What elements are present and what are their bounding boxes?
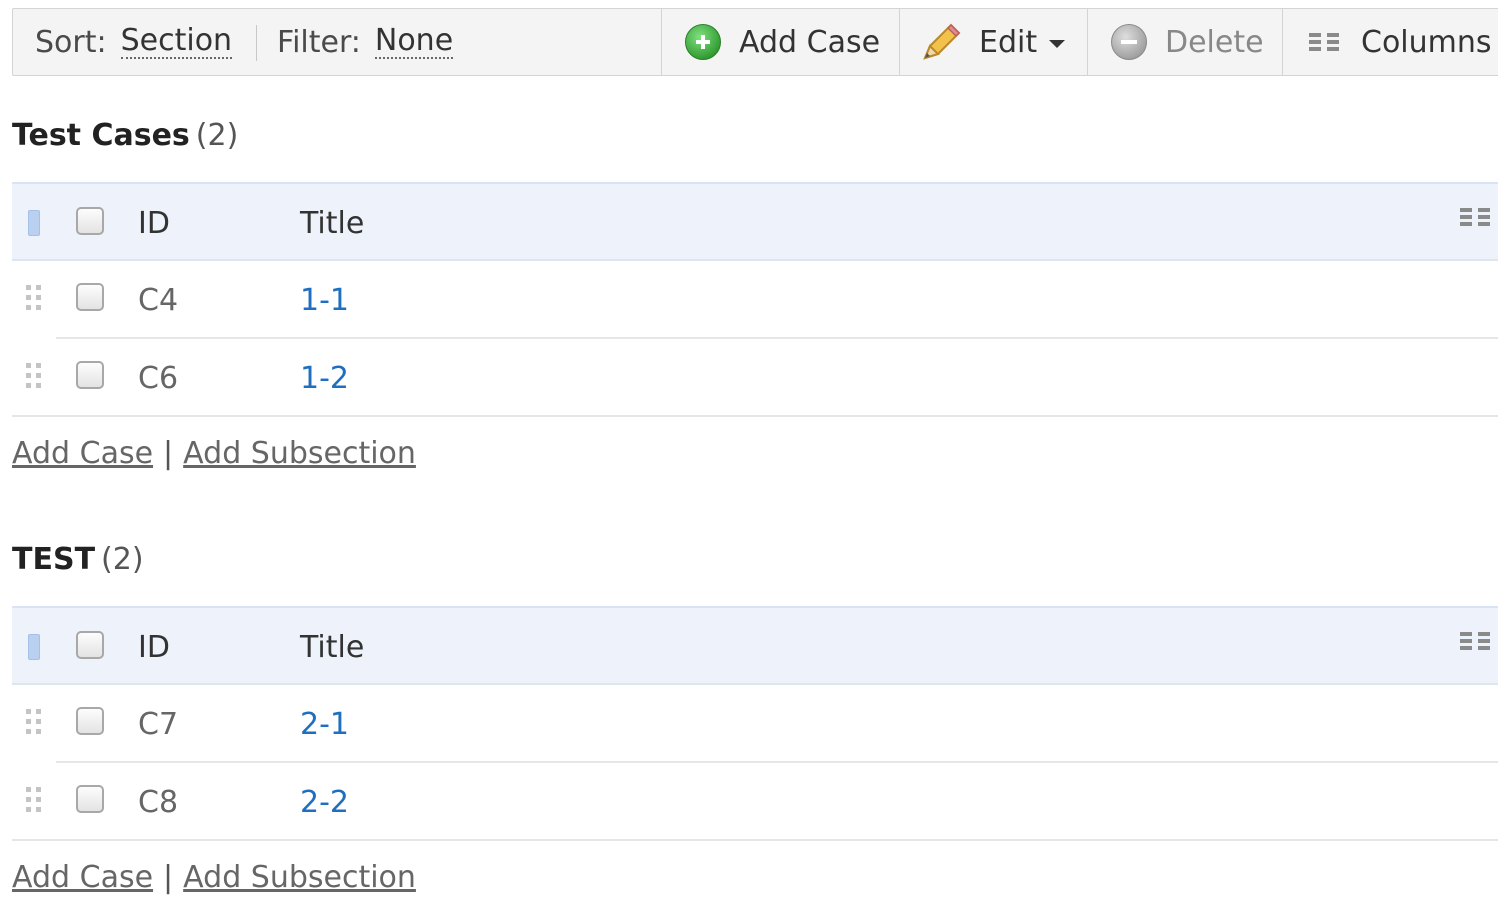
delete-label: Delete — [1165, 24, 1264, 60]
toolbar-divider — [1087, 9, 1088, 75]
link-separator: | — [163, 860, 174, 895]
case-title-link[interactable]: 1-2 — [300, 361, 349, 396]
edit-button[interactable]: Edit — [921, 9, 1066, 75]
case-id: C8 — [138, 785, 179, 820]
drag-handle-header — [28, 634, 40, 660]
toolbar-divider — [899, 9, 900, 75]
toolbar-divider — [661, 9, 662, 75]
drag-handle-icon[interactable] — [26, 285, 42, 311]
table-header: ID Title — [12, 182, 1498, 261]
column-header-title[interactable]: Title — [300, 206, 364, 241]
add-subsection-link[interactable]: Add Subsection — [183, 860, 416, 895]
filter-label: Filter: — [277, 24, 361, 60]
add-case-button[interactable]: Add Case — [685, 9, 880, 75]
table-header: ID Title — [12, 606, 1498, 685]
columns-icon — [1309, 33, 1339, 51]
link-separator: | — [163, 436, 174, 471]
columns-icon[interactable] — [1460, 632, 1490, 650]
section-name: Test Cases — [12, 118, 190, 153]
row-checkbox[interactable] — [76, 361, 104, 389]
select-all-checkbox[interactable] — [76, 631, 104, 659]
add-case-link[interactable]: Add Case — [12, 860, 153, 895]
filter-control: Filter: None — [277, 9, 454, 75]
sort-control: Sort: Section — [35, 9, 233, 75]
case-id: C4 — [138, 283, 179, 318]
section-title: Test Cases (2) — [12, 118, 238, 153]
columns-button[interactable]: Columns — [1309, 9, 1492, 75]
filter-dropdown-link[interactable]: None — [374, 25, 454, 59]
case-title-link[interactable]: 2-2 — [300, 785, 349, 820]
toolbar-divider — [256, 25, 257, 61]
section-count: (2) — [195, 118, 239, 153]
sort-label: Sort: — [35, 24, 107, 60]
edit-label: Edit — [979, 24, 1038, 60]
row-checkbox[interactable] — [76, 707, 104, 735]
delete-button[interactable]: Delete — [1111, 9, 1264, 75]
row-checkbox[interactable] — [76, 785, 104, 813]
column-header-id[interactable]: ID — [138, 630, 170, 665]
row-checkbox[interactable] — [76, 283, 104, 311]
table-row[interactable]: C7 2-1 — [12, 685, 1498, 763]
sort-dropdown-link[interactable]: Section — [120, 25, 233, 59]
select-all-checkbox[interactable] — [76, 207, 104, 235]
section-title: TEST (2) — [12, 542, 144, 577]
table-row[interactable]: C8 2-2 — [12, 763, 1498, 841]
add-subsection-link[interactable]: Add Subsection — [183, 436, 416, 471]
case-title-link[interactable]: 2-1 — [300, 707, 349, 742]
test-case-table: ID Title C4 1-1 C6 1-2 — [12, 182, 1498, 417]
case-id: C7 — [138, 707, 179, 742]
case-id: C6 — [138, 361, 179, 396]
column-header-id[interactable]: ID — [138, 206, 170, 241]
drag-handle-icon[interactable] — [26, 709, 42, 735]
columns-icon[interactable] — [1460, 208, 1490, 226]
toolbar-divider — [1282, 9, 1283, 75]
section-count: (2) — [101, 542, 144, 577]
columns-label: Columns — [1361, 24, 1492, 60]
section-name: TEST — [12, 542, 96, 577]
section-footer-links: Add Case | Add Subsection — [12, 436, 416, 471]
column-header-title[interactable]: Title — [300, 630, 364, 665]
add-case-link[interactable]: Add Case — [12, 436, 153, 471]
chevron-down-icon — [1049, 40, 1066, 48]
table-row[interactable]: C6 1-2 — [12, 339, 1498, 417]
pencil-icon — [923, 23, 961, 60]
drag-handle-header — [28, 210, 40, 236]
minus-circle-icon — [1111, 24, 1147, 60]
section-footer-links: Add Case | Add Subsection — [12, 860, 416, 895]
toolbar: Sort: Section Filter: None Add Case Edit… — [12, 8, 1498, 76]
table-row[interactable]: C4 1-1 — [12, 261, 1498, 339]
case-title-link[interactable]: 1-1 — [300, 283, 349, 318]
drag-handle-icon[interactable] — [26, 787, 42, 813]
add-case-label: Add Case — [739, 24, 881, 60]
test-case-table: ID Title C7 2-1 C8 2-2 — [12, 606, 1498, 841]
drag-handle-icon[interactable] — [26, 363, 42, 389]
plus-circle-icon — [685, 24, 721, 60]
